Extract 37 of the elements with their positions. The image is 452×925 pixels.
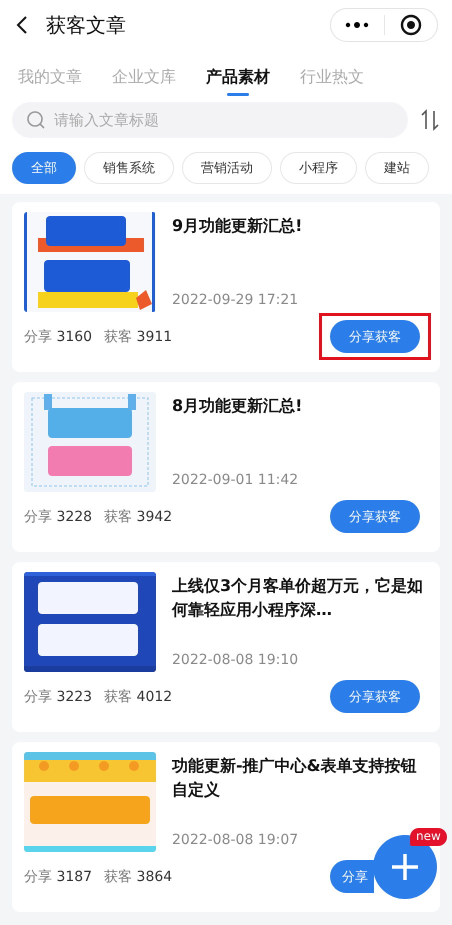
more-icon[interactable] (345, 22, 370, 28)
share-count: 分享 3160 (24, 328, 92, 346)
sort-icon[interactable] (420, 109, 440, 131)
tab[interactable]: 产品素材 (206, 58, 270, 96)
lead-count: 获客 4012 (104, 688, 172, 706)
article-date: 2022-09-29 17:21 (172, 292, 300, 308)
new-badge: new (410, 828, 447, 846)
filter-chip[interactable]: 全部 (12, 152, 76, 184)
lead-count: 获客 3911 (104, 328, 172, 346)
filter-chip[interactable]: 营销活动 (182, 152, 272, 184)
article-date: 2022-09-01 11:42 (172, 472, 300, 488)
article-title: 功能更新-推广中心&表单支持按钮自定义 (172, 755, 418, 801)
article-card[interactable]: 9月功能更新汇总! 2022-09-29 17:21 分享 3160 获客 3911 分享获客 (12, 202, 440, 372)
article-title: 8月功能更新汇总! (172, 395, 304, 417)
article-title: 上线仅3个月客单价超万元，它是如何靠轻应用小程序深… (172, 575, 424, 621)
article-card[interactable]: 8月功能更新汇总! 2022-09-01 11:42 分享 3228 获客 3942 分享获客 (12, 382, 440, 552)
back-icon[interactable] (16, 15, 28, 35)
share-count: 分享 3187 (24, 868, 92, 886)
filter-chip[interactable]: 建站 (365, 152, 429, 184)
plus-icon (390, 852, 420, 882)
share-button[interactable]: 分享获客 (330, 320, 420, 353)
target-icon[interactable] (400, 14, 422, 36)
share-count: 分享 3228 (24, 508, 92, 526)
lead-count: 获客 3942 (104, 508, 172, 526)
article-date: 2022-08-08 19:10 (172, 652, 300, 668)
filter-chip[interactable]: 销售系统 (84, 152, 174, 184)
share-count: 分享 3223 (24, 688, 92, 706)
article-card[interactable]: 上线仅3个月客单价超万元，它是如何靠轻应用小程序深… 2022-08-08 19:10 分享 3223 获客 4012 分享获客 (12, 562, 440, 732)
share-button[interactable]: 分享获客 (330, 680, 420, 713)
article-title: 9月功能更新汇总! (172, 215, 304, 237)
lead-count: 获客 3864 (104, 868, 172, 886)
search-field[interactable]: 请输入文章标题 (12, 102, 408, 138)
share-button[interactable]: 分享获客 (330, 500, 420, 533)
share-button[interactable]: 分享 (330, 860, 374, 893)
search-icon (26, 110, 46, 130)
filter-chip[interactable]: 小程序 (280, 152, 357, 184)
page-title: 获客文章 (46, 12, 127, 38)
